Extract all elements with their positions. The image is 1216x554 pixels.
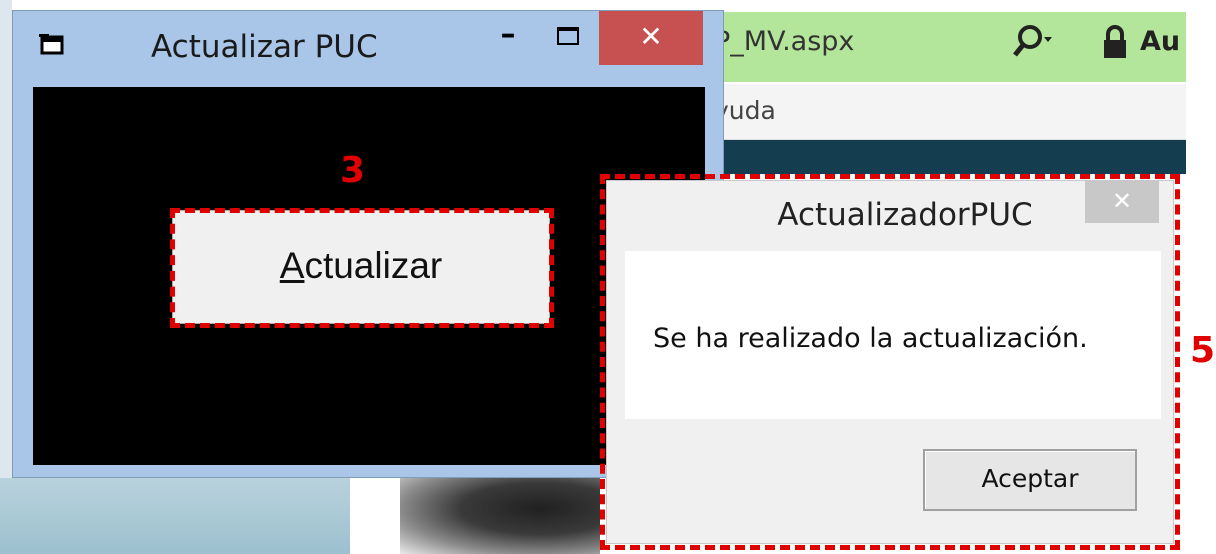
page-header-band bbox=[706, 140, 1186, 174]
dialog-close-button[interactable]: ✕ bbox=[1085, 181, 1159, 223]
background-photo bbox=[400, 478, 600, 554]
desktop-background bbox=[0, 478, 350, 554]
dialog-body: Se ha realizado la actualización. bbox=[625, 251, 1161, 419]
maximize-button[interactable] bbox=[543, 15, 593, 65]
address-partial-text: Au bbox=[1140, 26, 1181, 57]
app-window-icon bbox=[39, 34, 64, 55]
dialog-message: Se ha realizado la actualización. bbox=[653, 323, 1088, 354]
address-url-text: P_MV.aspx bbox=[714, 26, 855, 57]
message-dialog: ActualizadorPUC ✕ Se ha realizado la act… bbox=[606, 180, 1174, 544]
window-titlebar[interactable]: Actualizar PUC – ✕ bbox=[13, 11, 723, 81]
maximize-icon bbox=[557, 27, 579, 45]
window-title: Actualizar PUC bbox=[151, 29, 378, 65]
lock-icon bbox=[1104, 25, 1126, 58]
browser-menubar bbox=[706, 84, 1186, 140]
annotation-marker-5: 5 bbox=[1190, 330, 1216, 371]
annotation-marker-3: 3 bbox=[340, 150, 366, 191]
search-icon[interactable] bbox=[1010, 20, 1054, 64]
dialog-footer: Aceptar bbox=[625, 419, 1161, 537]
actualizar-button-label: Actualizar bbox=[279, 245, 443, 286]
window-close-button[interactable]: ✕ bbox=[599, 11, 703, 65]
actualizar-button[interactable]: Actualizar bbox=[172, 210, 550, 324]
desktop-strip bbox=[0, 0, 12, 480]
aceptar-button[interactable]: Aceptar bbox=[923, 449, 1137, 511]
minimize-button[interactable]: – bbox=[483, 15, 533, 65]
